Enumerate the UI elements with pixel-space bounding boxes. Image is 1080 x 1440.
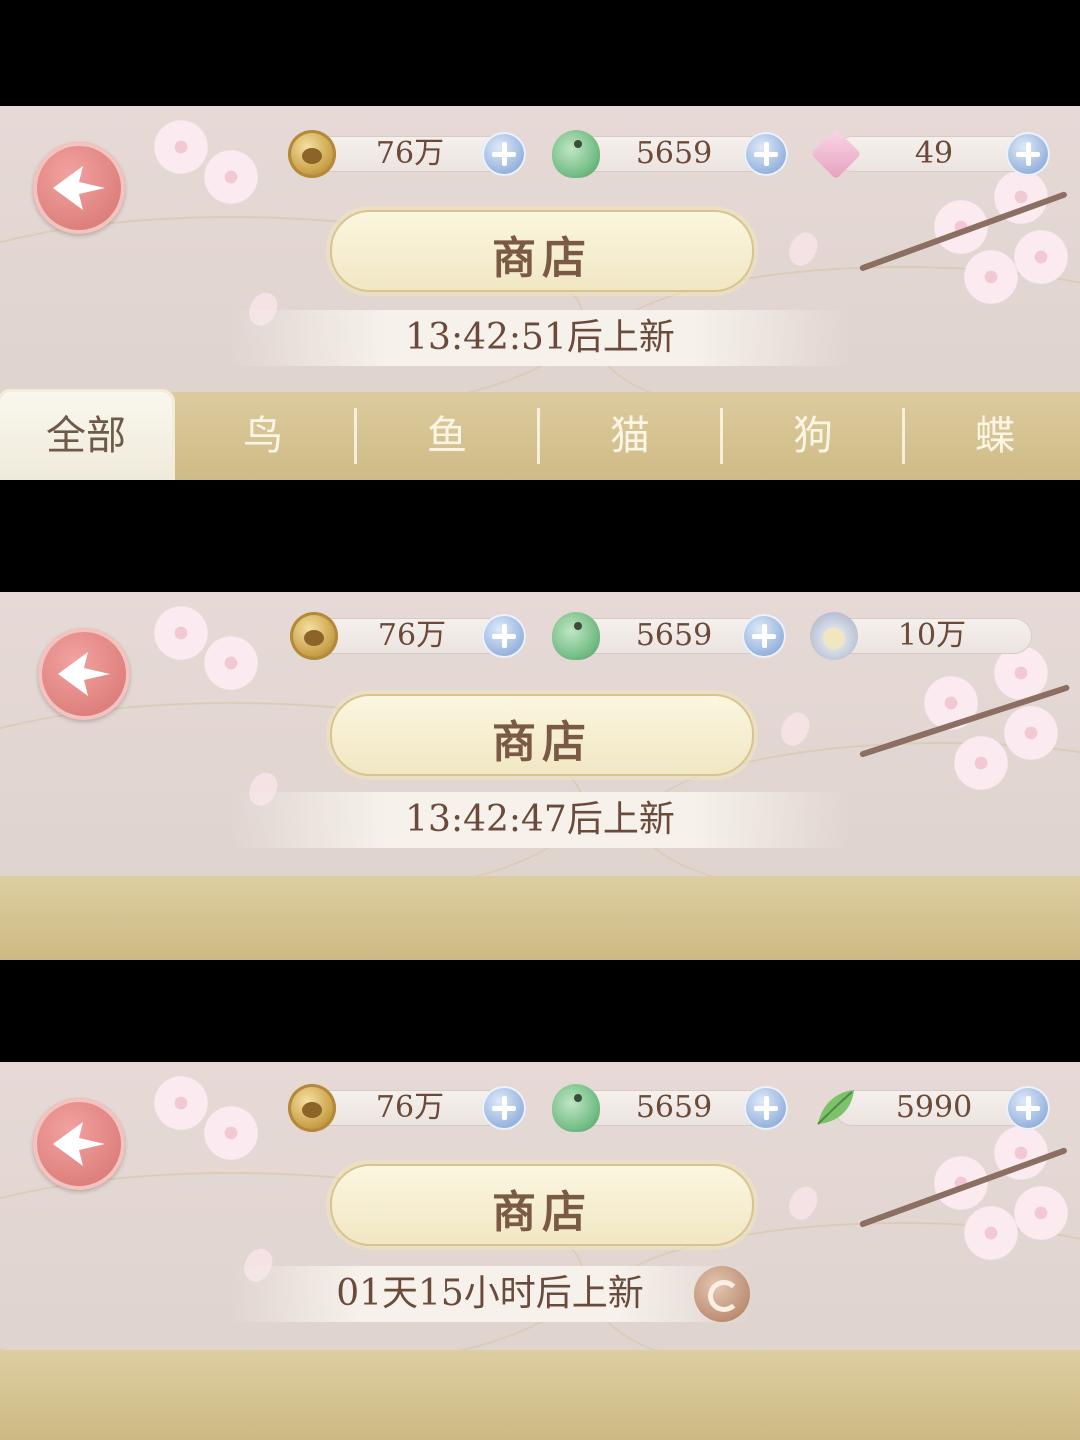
- tab-butterfly[interactable]: 蝶: [904, 392, 1080, 480]
- back-button[interactable]: [33, 1098, 125, 1190]
- blossom-decoration: [960, 1202, 1022, 1264]
- blossom-decoration: [960, 246, 1022, 308]
- title-plate: 商店: [330, 1164, 754, 1246]
- resource-value: 76万: [377, 618, 447, 653]
- resource-value: 10万: [897, 618, 967, 653]
- shop-panel-2: 76万 5659 10万 商店 13:42:47后上新: [0, 592, 1080, 960]
- paw-coin-icon: [290, 612, 338, 660]
- parrot-icon: [552, 612, 600, 660]
- resource-parrot: 5659: [552, 130, 794, 178]
- content-area: [0, 1350, 1080, 1440]
- refresh-button[interactable]: [694, 1266, 750, 1322]
- content-area: [0, 876, 1080, 960]
- resource-pink-gem: 49: [810, 128, 1054, 180]
- resource-value: 5659: [635, 618, 713, 653]
- leaf-icon: [812, 1084, 860, 1132]
- resource-paw-coin: 76万: [288, 130, 530, 178]
- restock-timer: 01天15小时后上新: [230, 1266, 750, 1322]
- tab-all[interactable]: 全部: [0, 392, 172, 480]
- page-title: 商店: [492, 717, 592, 768]
- add-parrot-button[interactable]: [744, 1086, 788, 1130]
- resource-shell: 10万: [810, 612, 1052, 660]
- resource-value: 76万: [375, 1090, 445, 1125]
- blossom-decoration: [200, 632, 262, 694]
- resource-paw-coin: 76万: [290, 612, 532, 660]
- tab-cat[interactable]: 猫: [539, 392, 721, 480]
- resource-parrot: 5659: [552, 1084, 794, 1132]
- resource-parrot: 5659: [552, 612, 794, 660]
- add-paw-coin-button[interactable]: [482, 614, 526, 658]
- tab-bird[interactable]: 鸟: [172, 392, 354, 480]
- restock-timer: 13:42:51后上新: [230, 310, 850, 366]
- tab-dog[interactable]: 狗: [722, 392, 904, 480]
- blossom-decoration: [200, 1102, 262, 1164]
- add-parrot-button[interactable]: [742, 614, 786, 658]
- restock-timer: 13:42:47后上新: [230, 792, 850, 848]
- shop-panel-1: 76万 5659 49 商店 13:42:51后上新 全部 鸟 鱼 猫 狗 蝶: [0, 106, 1080, 480]
- back-arrow-icon: [58, 652, 110, 696]
- resource-leaf: 5990: [814, 1086, 1054, 1130]
- petal-decoration: [783, 227, 823, 271]
- title-plate: 商店: [330, 694, 754, 776]
- tab-fish[interactable]: 鱼: [356, 392, 538, 480]
- back-button[interactable]: [38, 628, 130, 720]
- paw-coin-icon: [288, 130, 336, 178]
- blossom-decoration: [950, 732, 1012, 794]
- back-arrow-icon: [53, 1122, 105, 1166]
- back-button[interactable]: [33, 142, 125, 234]
- shop-panel-3: 76万 5659 5990 商店 01天15小时后上新: [0, 1062, 1080, 1440]
- page-title: 商店: [492, 233, 592, 284]
- parrot-icon: [552, 1084, 600, 1132]
- paw-coin-icon: [288, 1084, 336, 1132]
- resource-value: 49: [914, 136, 954, 171]
- petal-decoration: [783, 1181, 823, 1225]
- shell-icon: [810, 612, 858, 660]
- add-paw-coin-button[interactable]: [482, 1086, 526, 1130]
- petal-decoration: [775, 707, 815, 751]
- resource-value: 5659: [635, 1090, 713, 1125]
- add-paw-coin-button[interactable]: [482, 132, 526, 176]
- blossom-decoration: [200, 146, 262, 208]
- category-tabs: 全部 鸟 鱼 猫 狗 蝶: [0, 392, 1080, 480]
- title-plate: 商店: [330, 210, 754, 292]
- back-arrow-icon: [53, 166, 105, 210]
- resource-value: 5990: [895, 1090, 973, 1125]
- add-pink-gem-button[interactable]: [1006, 132, 1050, 176]
- add-parrot-button[interactable]: [744, 132, 788, 176]
- resource-value: 5659: [635, 136, 713, 171]
- resource-value: 76万: [375, 136, 445, 171]
- add-leaf-button[interactable]: [1006, 1086, 1050, 1130]
- page-title: 商店: [492, 1187, 592, 1238]
- parrot-icon: [552, 130, 600, 178]
- resource-paw-coin: 76万: [288, 1084, 530, 1132]
